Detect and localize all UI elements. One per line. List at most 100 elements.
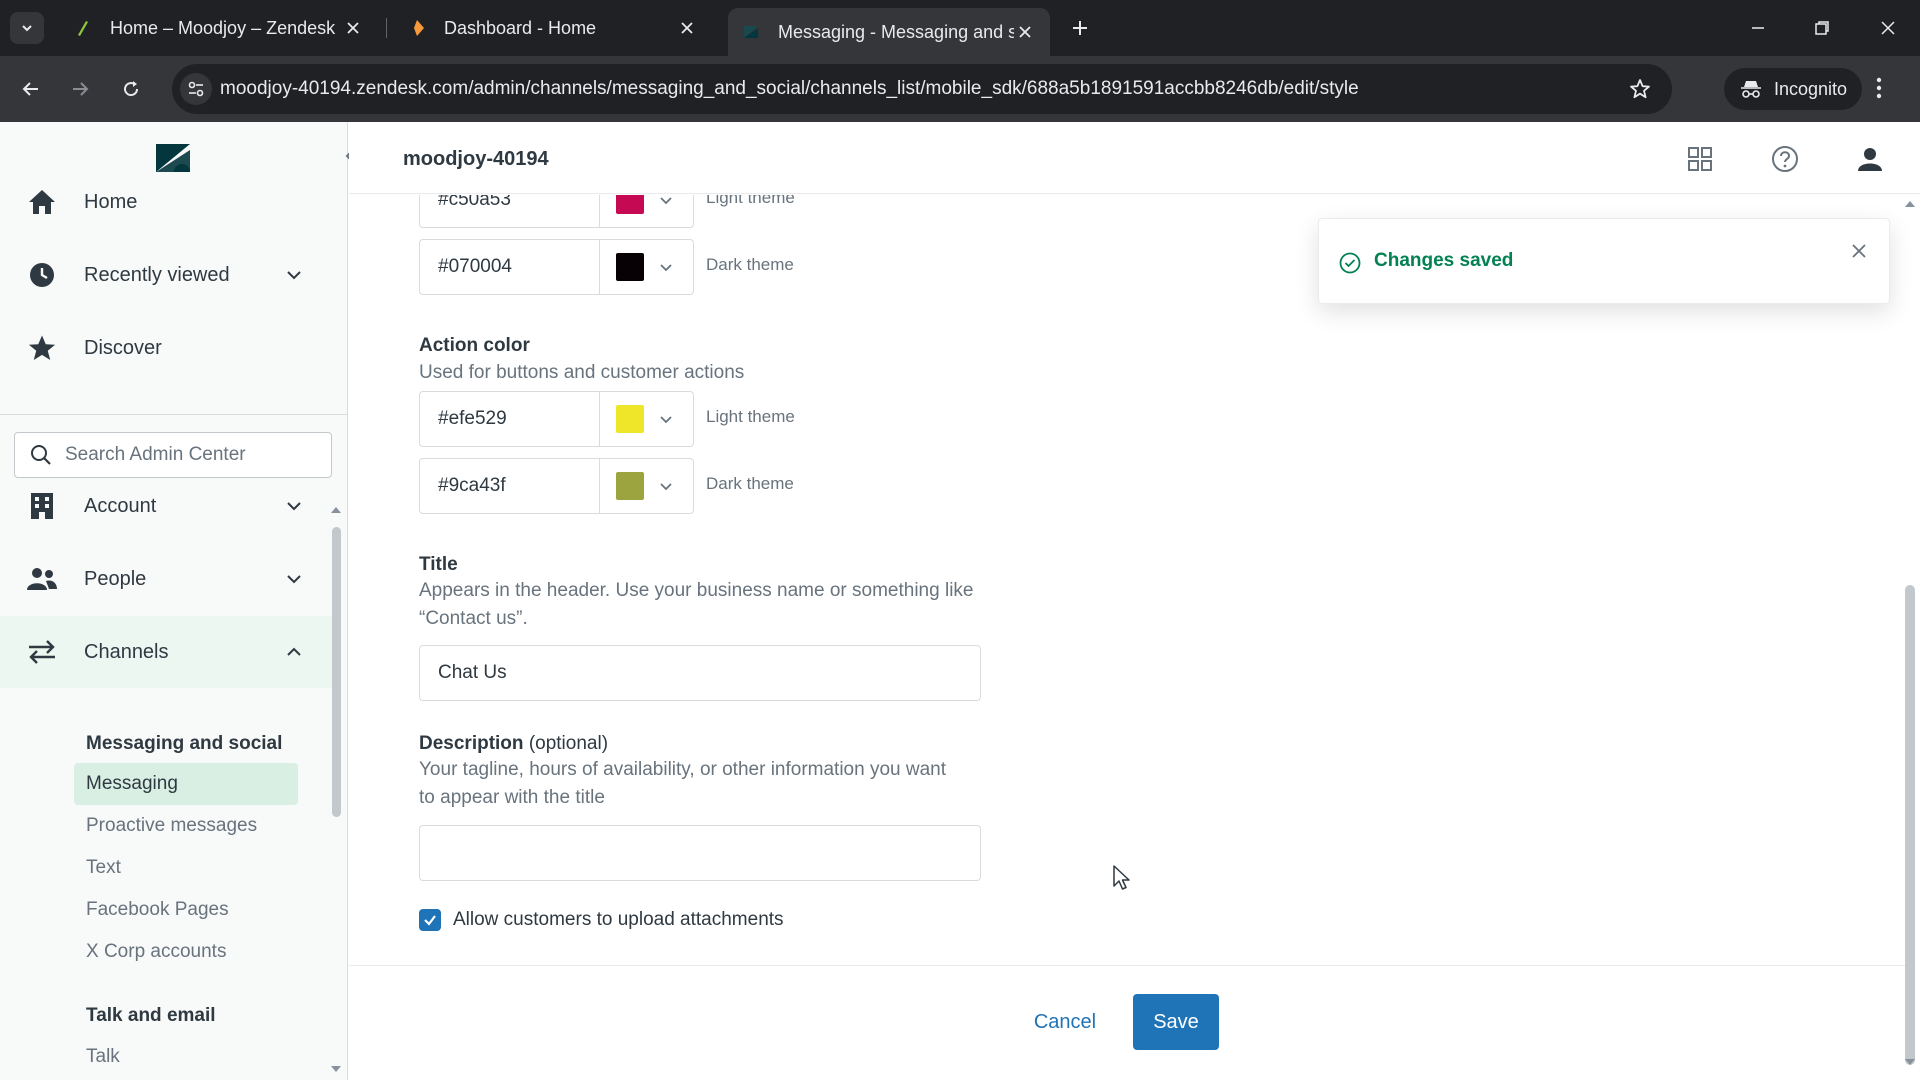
scroll-up-arrow-icon [1905, 201, 1915, 207]
incognito-icon [1741, 81, 1761, 98]
incognito-label: Incognito [1774, 78, 1848, 99]
action-color-light-picker[interactable] [600, 391, 694, 447]
sidebar-subitem-text[interactable]: Text [74, 847, 298, 889]
primary-color-dark-picker[interactable] [600, 239, 694, 295]
checkmark-icon [424, 915, 436, 926]
cancel-button[interactable]: Cancel [1010, 994, 1120, 1050]
attachments-checkbox[interactable] [419, 909, 441, 931]
incognito-indicator[interactable]: Incognito [1724, 68, 1862, 110]
dismiss-toast-button[interactable] [1847, 239, 1871, 263]
description-hint-line-1: Your tagline, hours of availability, or … [419, 759, 947, 780]
sidebar-subitem-proactive-messages[interactable]: Proactive messages [74, 805, 298, 847]
reload-button[interactable] [114, 72, 148, 106]
save-button[interactable]: Save [1133, 994, 1219, 1050]
theme-label: Light theme [706, 407, 795, 426]
forward-button[interactable] [63, 72, 97, 106]
sidebar-scrollbar[interactable] [330, 497, 342, 1080]
sidebar-item-people[interactable]: People [0, 543, 336, 615]
success-toast: Changes saved [1318, 218, 1890, 304]
sidebar-subitem-x-corp-accounts[interactable]: X Corp accounts [74, 931, 298, 973]
close-icon [347, 22, 359, 34]
tab-title: Home – Moodjoy – Zendesk [110, 17, 336, 38]
minimize-button[interactable] [1740, 10, 1776, 46]
chevron-down-icon [22, 25, 32, 32]
site-info-button[interactable] [180, 73, 212, 105]
sidebar-item-label: Home [84, 190, 138, 213]
browser-tab-3-active[interactable]: Messaging - Messaging and so [728, 8, 1050, 56]
close-icon [1881, 21, 1895, 35]
attachments-label: Allow customers to upload attachments [453, 909, 784, 930]
color-swatch [616, 472, 644, 500]
title-hint-line-1: Appears in the header. Use your business… [419, 580, 974, 601]
attachments-option[interactable]: Allow customers to upload attachments [419, 909, 784, 931]
user-icon [1858, 148, 1882, 171]
description-label-text: Description [419, 733, 524, 754]
description-input[interactable] [419, 825, 981, 881]
sidebar-item-discover[interactable]: Discover [0, 312, 336, 384]
color-swatch [616, 195, 644, 214]
title-input[interactable] [419, 645, 981, 701]
tab-search-button[interactable] [10, 12, 44, 44]
main-scroll-thumb[interactable] [1905, 585, 1915, 1065]
tune-icon [188, 81, 204, 97]
close-window-button[interactable] [1870, 10, 1906, 46]
star-icon [26, 332, 58, 364]
tab-title: Dashboard - Home [444, 17, 597, 38]
sidebar-item-recently-viewed[interactable]: Recently viewed [0, 239, 336, 311]
browser-tab-1[interactable]: Home – Moodjoy – Zendesk [60, 8, 378, 48]
title-label: Title [419, 554, 458, 575]
sidebar-subitem-messaging[interactable]: Messaging [74, 763, 298, 805]
star-outline-icon [1630, 79, 1650, 99]
sidebar-item-channels[interactable]: Channels [0, 616, 336, 688]
chevron-down-icon [287, 271, 301, 280]
sidebar-item-home[interactable]: Home [0, 166, 336, 238]
primary-color-dark-input[interactable]: #070004 [419, 239, 600, 295]
account-name: moodjoy-40194 [403, 148, 549, 170]
app-header: moodjoy-40194 [349, 122, 1920, 194]
chevron-down-icon [287, 575, 301, 584]
action-color-dark-input[interactable]: #9ca43f [419, 458, 600, 514]
sidebar-scroll-thumb[interactable] [332, 527, 341, 817]
sidebar: Home Recently viewed Discover Account [0, 122, 348, 1080]
close-tab-button[interactable] [1014, 21, 1036, 43]
primary-color-light-input[interactable]: #c50a53 [419, 195, 600, 228]
bookmark-button[interactable] [1628, 77, 1652, 101]
form-footer: Cancel Save [349, 965, 1909, 1080]
action-color-light-row: #efe529 [419, 391, 694, 447]
chevron-down-icon [660, 483, 672, 491]
reload-icon [124, 81, 139, 97]
mouse-cursor-icon [1113, 865, 1130, 890]
minimize-icon [1752, 27, 1764, 29]
address-bar[interactable]: moodjoy-40194.zendesk.com/admin/channels… [172, 64, 1672, 114]
primary-color-light-row: #c50a53 [419, 195, 694, 228]
sidebar-item-label: Discover [84, 336, 162, 359]
primary-color-light-picker[interactable] [600, 195, 694, 228]
help-button[interactable] [1770, 144, 1800, 174]
close-tab-button[interactable] [342, 17, 364, 39]
main-scrollbar[interactable] [1900, 195, 1920, 1080]
arrow-right-icon [73, 82, 89, 96]
sidebar-item-label: Account [84, 494, 157, 517]
search-input[interactable] [65, 444, 305, 466]
close-tab-button[interactable] [676, 17, 698, 39]
back-button[interactable] [14, 72, 48, 106]
action-color-dark-picker[interactable] [600, 458, 694, 514]
browser-toolbar: moodjoy-40194.zendesk.com/admin/channels… [0, 56, 1920, 122]
people-icon [26, 563, 58, 595]
sidebar-item-account[interactable]: Account [0, 470, 336, 542]
toast-message: Changes saved [1374, 250, 1514, 271]
url-text[interactable]: moodjoy-40194.zendesk.com/admin/channels… [220, 78, 1359, 100]
sidebar-subitem-talk[interactable]: Talk [74, 1036, 298, 1078]
user-profile-button[interactable] [1855, 144, 1885, 174]
restore-button[interactable] [1804, 10, 1840, 46]
products-button[interactable] [1685, 144, 1715, 174]
sidebar-divider [0, 414, 348, 415]
action-color-light-input[interactable]: #efe529 [419, 391, 600, 447]
browser-tab-2[interactable]: Dashboard - Home [394, 8, 712, 48]
home-icon [26, 186, 58, 218]
theme-label: Dark theme [706, 474, 794, 493]
sidebar-subitem-facebook-pages[interactable]: Facebook Pages [74, 889, 298, 931]
new-tab-button[interactable] [1064, 12, 1096, 44]
plus-icon [1073, 21, 1087, 35]
browser-menu-button[interactable] [1876, 76, 1882, 100]
